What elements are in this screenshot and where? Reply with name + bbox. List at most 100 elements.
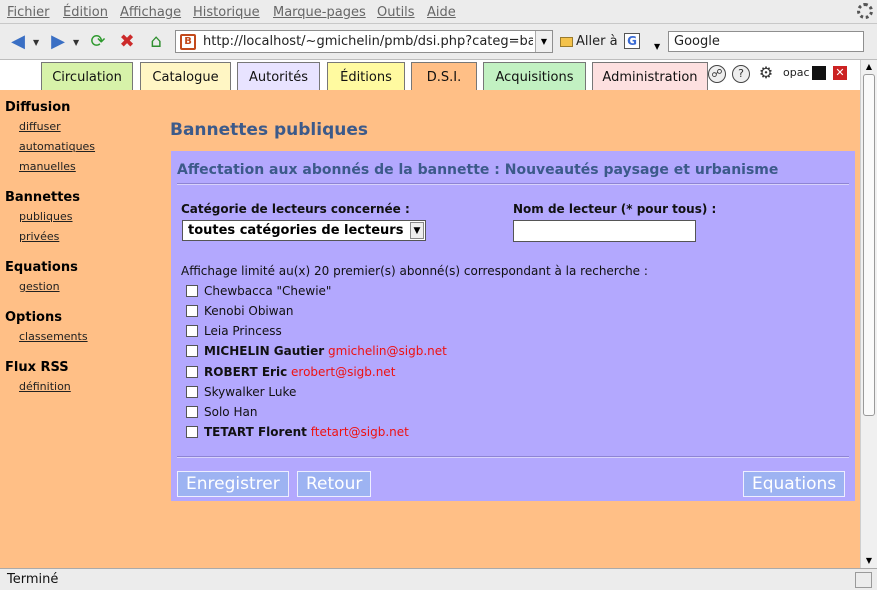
tab-label: Éditions: [340, 70, 392, 85]
sidebar-link-automatiques[interactable]: automatiques: [19, 140, 155, 153]
subscriber-row: Chewbacca "Chewie": [186, 284, 331, 302]
stop-icon[interactable]: ✖: [115, 29, 139, 53]
reader-category-value: toutes catégories de lecteurs: [188, 223, 404, 238]
sidebar-heading-options: Options: [5, 310, 62, 325]
gear-icon[interactable]: ⚙: [757, 65, 775, 83]
subscriber-checkbox[interactable]: [186, 325, 198, 337]
category-label: Catégorie de lecteurs concernée :: [181, 202, 410, 216]
help-icon[interactable]: ?: [732, 65, 750, 83]
menu-fichier[interactable]: Fichier: [7, 5, 50, 20]
subscriber-row: Solo Han: [186, 405, 257, 423]
subscriber-name: Chewbacca "Chewie": [204, 284, 332, 298]
reader-name-input[interactable]: [513, 220, 696, 242]
tab-dsi[interactable]: D.S.I.: [411, 62, 477, 92]
subscriber-checkbox[interactable]: [186, 406, 198, 418]
reader-name-label: Nom de lecteur (* pour tous) :: [513, 202, 717, 216]
equations-button[interactable]: Equations: [743, 471, 846, 497]
save-disk-icon[interactable]: [812, 66, 826, 80]
subscriber-name: Skywalker Luke: [204, 385, 297, 399]
opac-link[interactable]: opac: [783, 66, 810, 79]
navigation-toolbar: ◀ ▼ ▶ ▼ ⟳ ✖ ⌂ B http://localhost/~gmiche…: [0, 24, 877, 60]
subscriber-row: Leia Princess: [186, 324, 282, 342]
scrollbar-thumb[interactable]: [863, 74, 875, 416]
back-icon[interactable]: ◀: [6, 29, 30, 53]
result-limit-info: Affichage limité au(x) 20 premier(s) abo…: [181, 264, 648, 278]
menu-edition[interactable]: Édition: [63, 5, 108, 20]
reader-category-select[interactable]: toutes catégories de lecteurs ▼: [182, 220, 426, 241]
tab-autorites[interactable]: Autorités: [237, 62, 320, 90]
subscriber-row: Skywalker Luke: [186, 385, 296, 403]
tab-editions[interactable]: Éditions: [327, 62, 405, 90]
sidebar-heading-flux-rss: Flux RSS: [5, 360, 69, 375]
sidebar-link-definition[interactable]: définition: [19, 380, 155, 393]
content-area: Diffusion diffuser automatiques manuelle…: [0, 90, 860, 567]
subscriber-checkbox[interactable]: [186, 285, 198, 297]
subscriber-email: gmichelin@sigb.net: [328, 344, 447, 358]
menu-marque-pages[interactable]: Marque-pages: [273, 5, 366, 20]
tab-label: Administration: [602, 70, 698, 85]
menu-affichage[interactable]: Affichage: [120, 5, 181, 20]
sidebar-link-diffuser[interactable]: diffuser: [19, 120, 155, 133]
back-history-dropdown-icon[interactable]: ▼: [33, 38, 39, 47]
url-bar[interactable]: B http://localhost/~gmichelin/pmb/dsi.ph…: [175, 30, 553, 53]
go-label: Aller à: [576, 34, 618, 49]
tab-catalogue[interactable]: Catalogue: [140, 62, 231, 90]
subscriber-checkbox[interactable]: [186, 426, 198, 438]
subscriber-checkbox[interactable]: [186, 305, 198, 317]
sidebar-link-publiques[interactable]: publiques: [19, 210, 155, 223]
logout-icon[interactable]: ✕: [833, 66, 847, 80]
sidebar-link-gestion[interactable]: gestion: [19, 280, 155, 293]
tab-label: Circulation: [52, 70, 122, 85]
sidebar-heading-diffusion: Diffusion: [5, 100, 71, 115]
divider: [177, 456, 849, 458]
tab-acquisitions[interactable]: Acquisitions: [483, 62, 586, 90]
url-text[interactable]: http://localhost/~gmichelin/pmb/dsi.php?…: [203, 34, 533, 49]
search-input[interactable]: Google: [668, 31, 864, 52]
sidebar: Diffusion diffuser automatiques manuelle…: [5, 98, 155, 393]
sidebar-heading-bannettes: Bannettes: [5, 190, 80, 205]
subscriber-name: ROBERT Eric: [204, 365, 288, 379]
save-button[interactable]: Enregistrer: [177, 471, 289, 497]
globe-icon[interactable]: ☍: [708, 65, 726, 83]
forward-history-dropdown-icon[interactable]: ▼: [73, 38, 79, 47]
subscriber-row: ROBERT Eric erobert@sigb.net: [186, 365, 395, 383]
status-bar: Terminé: [0, 568, 877, 590]
menu-outils[interactable]: Outils: [377, 5, 415, 20]
tab-circulation[interactable]: Circulation: [41, 62, 133, 90]
sidebar-link-classements[interactable]: classements: [19, 330, 155, 343]
site-favicon-icon: B: [180, 34, 196, 50]
resize-grip-icon[interactable]: [855, 572, 872, 588]
subscriber-checkbox[interactable]: [186, 345, 198, 357]
subscriber-checkbox[interactable]: [186, 366, 198, 378]
browser-menubar: Fichier Édition Affichage Historique Mar…: [0, 0, 877, 24]
subscriber-name: Kenobi Obiwan: [204, 304, 294, 318]
subscriber-name: TETART Florent: [204, 425, 307, 439]
search-engine-dropdown-icon[interactable]: ▼: [654, 42, 660, 51]
scroll-up-icon[interactable]: ▲: [863, 62, 875, 72]
back-button[interactable]: Retour: [297, 471, 372, 497]
scroll-down-icon[interactable]: ▼: [863, 556, 875, 566]
subscriber-name: MICHELIN Gautier: [204, 344, 325, 358]
sidebar-link-manuelles[interactable]: manuelles: [19, 160, 155, 173]
tab-label: Acquisitions: [495, 70, 574, 85]
subscriber-checkbox[interactable]: [186, 386, 198, 398]
search-engine-icon[interactable]: G: [624, 33, 640, 49]
reload-icon[interactable]: ⟳: [86, 29, 110, 53]
tab-administration[interactable]: Administration: [592, 62, 708, 90]
subscriber-row: TETART Florent ftetart@sigb.net: [186, 425, 409, 443]
sidebar-link-privees[interactable]: privées: [19, 230, 155, 243]
tab-label: Autorités: [248, 70, 308, 85]
go-button[interactable]: Aller à: [560, 34, 618, 49]
home-icon[interactable]: ⌂: [144, 29, 168, 53]
subscriber-row: Kenobi Obiwan: [186, 304, 294, 322]
sidebar-heading-equations: Equations: [5, 260, 78, 275]
subscriber-assignment-panel: Affectation aux abonnés de la bannette :…: [171, 151, 855, 501]
go-arrow-icon: [560, 36, 573, 47]
page-title: Bannettes publiques: [170, 120, 368, 140]
url-dropdown-icon[interactable]: ▼: [535, 31, 552, 52]
vertical-scrollbar[interactable]: ▲ ▼: [860, 60, 877, 568]
forward-icon[interactable]: ▶: [46, 29, 70, 53]
panel-title: Affectation aux abonnés de la bannette :…: [177, 162, 779, 178]
menu-aide[interactable]: Aide: [427, 5, 456, 20]
menu-historique[interactable]: Historique: [193, 5, 260, 20]
